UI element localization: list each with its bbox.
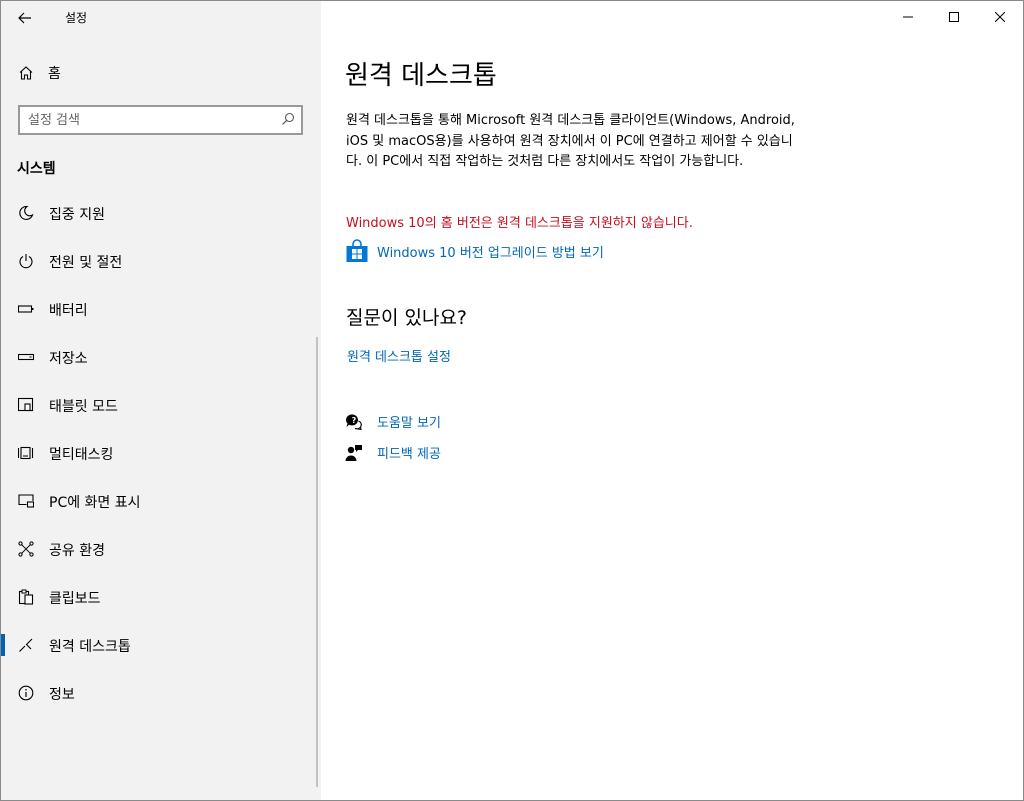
sidebar-nav: 집중 지원 전원 및 절전 배터리 저장소 태블릿 모드 멀티태스킹 PC에 화…: [1, 189, 321, 717]
description-text: 원격 데스크톱을 통해 Microsoft 원격 데스크톱 클라이언트(Wind…: [346, 113, 795, 169]
sidebar-item-battery[interactable]: 배터리: [1, 285, 321, 333]
moon-icon: [17, 204, 35, 222]
clipboard-icon: [17, 588, 35, 606]
upgrade-link[interactable]: Windows 10 버전 업그레이드 방법 보기: [345, 239, 604, 263]
get-help-label[interactable]: 도움말 보기: [377, 412, 441, 431]
shared-experiences-icon: [17, 540, 35, 558]
settings-window: 설정 홈 시스템 집중 지원: [0, 0, 1024, 801]
multitasking-icon: [17, 444, 35, 462]
storage-icon: [17, 348, 35, 366]
sidebar-item-focus-assist[interactable]: 집중 지원: [1, 189, 321, 237]
help-chat-icon: ?: [345, 413, 363, 431]
sidebar: 설정 홈 시스템 집중 지원: [1, 1, 321, 800]
remote-desktop-settings-link[interactable]: 원격 데스크톱 설정: [347, 346, 451, 365]
give-feedback-label[interactable]: 피드백 제공: [377, 443, 441, 462]
search-input[interactable]: [28, 110, 268, 130]
main-content: 원격 데스크톱 원격 데스크톱을 통해 Microsoft 원격 데스크톱 클라…: [321, 1, 1023, 800]
home-link[interactable]: 홈: [18, 63, 61, 83]
power-icon: [17, 252, 35, 270]
maximize-button[interactable]: [931, 1, 977, 33]
minimize-icon: [903, 16, 913, 18]
tablet-icon: [17, 396, 35, 414]
sidebar-item-shared-experiences[interactable]: 공유 환경: [1, 525, 321, 573]
search-icon[interactable]: [281, 112, 295, 126]
questions-heading: 질문이 있나요?: [346, 307, 468, 329]
sidebar-item-clipboard[interactable]: 클립보드: [1, 573, 321, 621]
sidebar-item-label: 클립보드: [49, 591, 101, 607]
battery-icon: [17, 300, 35, 318]
search-box[interactable]: [18, 105, 303, 135]
give-feedback-link[interactable]: 피드백 제공: [345, 443, 441, 462]
sidebar-scrollbar[interactable]: [316, 337, 318, 787]
sidebar-item-power-sleep[interactable]: 전원 및 절전: [1, 237, 321, 285]
sidebar-item-label: 공유 환경: [49, 543, 105, 559]
project-icon: [17, 492, 35, 510]
back-arrow-icon: [18, 12, 31, 24]
sidebar-item-tablet-mode[interactable]: 태블릿 모드: [1, 381, 321, 429]
section-title: 시스템: [17, 161, 56, 177]
feedback-icon: [345, 444, 363, 462]
sidebar-item-label: 멀티태스킹: [49, 447, 114, 463]
sidebar-item-label: 집중 지원: [49, 207, 105, 223]
sidebar-item-project-to-pc[interactable]: PC에 화면 표시: [1, 477, 321, 525]
back-button[interactable]: [11, 5, 39, 31]
close-icon: [995, 12, 1005, 22]
sidebar-item-label: 저장소: [49, 351, 88, 367]
sidebar-item-multitasking[interactable]: 멀티태스킹: [1, 429, 321, 477]
sidebar-item-storage[interactable]: 저장소: [1, 333, 321, 381]
sidebar-item-label: PC에 화면 표시: [49, 495, 141, 511]
sidebar-item-label: 태블릿 모드: [49, 399, 118, 415]
upgrade-link-label[interactable]: Windows 10 버전 업그레이드 방법 보기: [377, 242, 604, 261]
info-icon: [17, 684, 35, 702]
maximize-icon: [949, 12, 959, 22]
edition-warning: Windows 10의 홈 버전은 원격 데스크톱을 지원하지 않습니다.: [346, 216, 693, 231]
home-icon: [19, 66, 33, 80]
close-button[interactable]: [977, 1, 1023, 33]
sidebar-item-label: 원격 데스크톱: [49, 639, 131, 655]
svg-text:?: ?: [352, 416, 357, 425]
sidebar-item-about[interactable]: 정보: [1, 669, 321, 717]
page-title: 원격 데스크톱: [345, 61, 497, 91]
app-title: 설정: [65, 11, 88, 25]
store-icon: [346, 239, 368, 262]
remote-desktop-icon: [17, 636, 35, 654]
get-help-link[interactable]: ? 도움말 보기: [345, 412, 441, 431]
window-controls: [885, 1, 1023, 33]
home-label: 홈: [48, 66, 61, 82]
sidebar-item-label: 배터리: [49, 303, 88, 319]
sidebar-item-label: 전원 및 절전: [49, 255, 123, 271]
sidebar-item-remote-desktop[interactable]: 원격 데스크톱: [1, 621, 321, 669]
minimize-button[interactable]: [885, 1, 931, 33]
sidebar-item-label: 정보: [49, 687, 75, 703]
